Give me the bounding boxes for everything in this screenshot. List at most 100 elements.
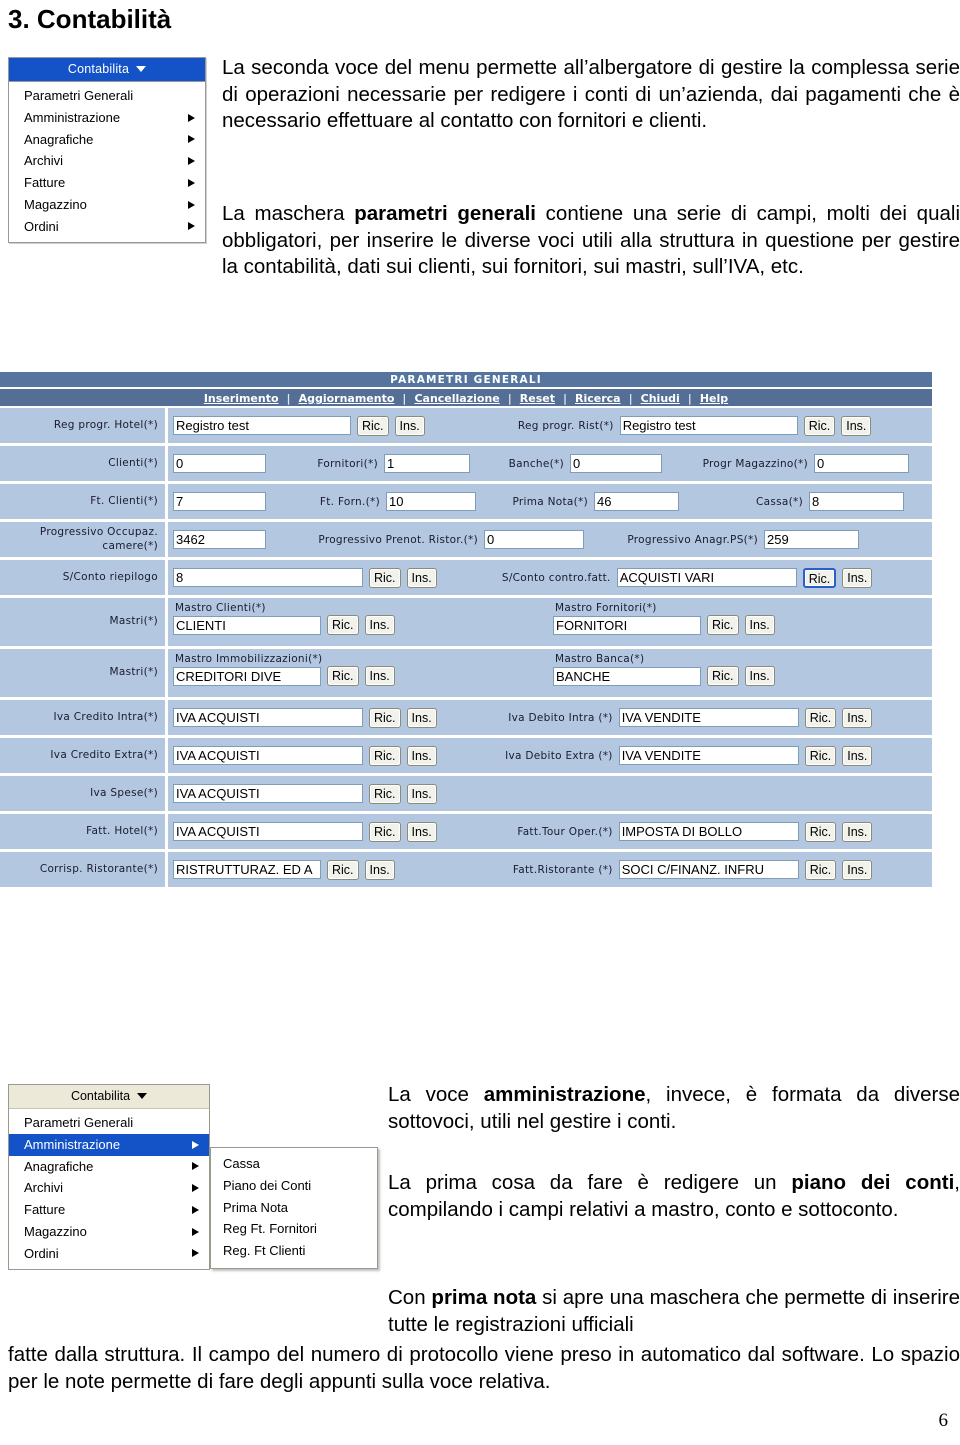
menu-item-parametri-generali[interactable]: Parametri Generali	[9, 1112, 209, 1134]
menu-item-amministrazione[interactable]: Amministrazione	[9, 1133, 209, 1156]
menu-item-archivi[interactable]: Archivi	[9, 1177, 209, 1199]
text-field[interactable]: IVA ACQUISTI	[173, 708, 363, 727]
form-field-line: CREDITORI DIVE Ric. Ins.	[173, 666, 395, 686]
ins-button[interactable]: Ins.	[364, 859, 395, 880]
menu-header-contabilita[interactable]: Contabilita	[9, 58, 205, 82]
ins-button[interactable]: Ins.	[842, 859, 873, 880]
text-field[interactable]: CREDITORI DIVE	[173, 666, 321, 686]
menu-item-ordini[interactable]: Ordini	[9, 216, 205, 238]
text-field[interactable]: IVA VENDITE	[618, 708, 799, 727]
menu-item-ordini[interactable]: Ordini	[9, 1243, 209, 1265]
submenu-item-reg-ft-clienti[interactable]: Reg. Ft Clienti	[211, 1240, 377, 1262]
form-toolbar[interactable]: Inserimento | Aggiornamento | Cancellazione |…	[0, 389, 932, 408]
ins-button[interactable]: Ins.	[841, 415, 872, 436]
submenu-item-piano-dei-conti[interactable]: Piano dei Conti	[211, 1175, 377, 1197]
ric-button[interactable]: Ric.	[803, 415, 836, 436]
ric-button[interactable]: Ric.	[327, 666, 359, 686]
menu-item-magazzino[interactable]: Magazzino	[9, 194, 205, 216]
ric-button[interactable]: Ric.	[369, 745, 401, 766]
ins-button[interactable]: Ins.	[406, 783, 437, 804]
ins-button[interactable]: Ins.	[364, 615, 395, 635]
ins-button[interactable]: Ins.	[842, 707, 873, 728]
ins-button[interactable]: Ins.	[842, 567, 873, 588]
text-field[interactable]: 8	[173, 568, 363, 587]
ric-button[interactable]: Ric.	[357, 415, 389, 436]
text-field[interactable]: 0	[173, 454, 266, 473]
toolbar-link-reset[interactable]: Reset	[517, 392, 558, 405]
ins-button[interactable]: Ins.	[744, 666, 775, 686]
ric-button[interactable]: Ric.	[804, 707, 837, 728]
menu-item-anagrafiche[interactable]: Anagrafiche	[9, 1156, 209, 1178]
contabilita-menu-top[interactable]: Contabilita Parametri Generali Amministra…	[8, 57, 206, 244]
menu-item-amministrazione[interactable]: Amministrazione	[9, 107, 205, 129]
submenu-item-prima-nota[interactable]: Prima Nota	[211, 1197, 377, 1219]
text-field[interactable]: 0	[570, 454, 662, 473]
text-field[interactable]: 10	[386, 492, 476, 511]
ins-button[interactable]: Ins.	[406, 821, 437, 842]
ric-button[interactable]: Ric.	[327, 859, 359, 880]
submenu-item-reg-ft-fornitori[interactable]: Reg Ft. Fornitori	[211, 1218, 377, 1240]
ric-button[interactable]: Ric.	[707, 666, 739, 686]
menu-item-fatture[interactable]: Fatture	[9, 1199, 209, 1221]
ins-button[interactable]: Ins.	[406, 567, 437, 588]
parametri-generali-paragraph: La maschera parametri generali contiene …	[222, 201, 960, 281]
form-field: IVA VENDITE Ric. Ins.	[618, 745, 873, 766]
form-field-group: Mastro Immobilizzazioni(*) CREDITORI DIVE…	[173, 653, 395, 686]
ins-button[interactable]: Ins.	[394, 415, 425, 436]
ins-button[interactable]: Ins.	[406, 707, 437, 728]
toolbar-link-inserimento[interactable]: Inserimento	[201, 392, 282, 405]
text-field[interactable]: IMPOSTA DI BOLLO	[618, 822, 799, 841]
text-field[interactable]: SOCI C/FINANZ. INFRU	[618, 860, 799, 879]
toolbar-link-ricerca[interactable]: Ricerca	[572, 392, 624, 405]
toolbar-link-aggiornamento[interactable]: Aggiornamento	[296, 392, 398, 405]
ric-button[interactable]: Ric.	[369, 821, 401, 842]
text-field[interactable]: 0	[814, 454, 909, 473]
submenu-item-cassa[interactable]: Cassa	[211, 1153, 377, 1175]
text-field[interactable]: IVA ACQUISTI	[173, 822, 363, 841]
menu-item-parametri-generali[interactable]: Parametri Generali	[9, 85, 205, 107]
text-field[interactable]: 46	[594, 492, 679, 511]
ric-button[interactable]: Ric.	[707, 615, 739, 635]
form-row: Iva Credito Intra(*) IVA ACQUISTI Ric. Ins.…	[0, 700, 932, 738]
toolbar-link-cancellazione[interactable]: Cancellazione	[411, 392, 502, 405]
menu-item-archivi[interactable]: Archivi	[9, 150, 205, 172]
text-field[interactable]: 1	[384, 454, 470, 473]
text-field[interactable]: Registro test	[619, 416, 798, 435]
text-field[interactable]: ACQUISTI VARI	[616, 568, 797, 587]
menu-item-magazzino[interactable]: Magazzino	[9, 1221, 209, 1243]
menu-header-contabilita-bottom[interactable]: Contabilita	[9, 1085, 209, 1109]
text-field[interactable]: FORNITORI	[553, 615, 701, 635]
ins-button[interactable]: Ins.	[842, 745, 873, 766]
ric-button[interactable]: Ric.	[802, 567, 837, 588]
text-field[interactable]: RISTRUTTURAZ. ED A	[173, 860, 321, 879]
text-field[interactable]: IVA ACQUISTI	[173, 746, 363, 765]
amministrazione-submenu[interactable]: Cassa Piano dei Conti Prima Nota Reg Ft. Fo…	[210, 1147, 378, 1269]
ric-button[interactable]: Ric.	[327, 615, 359, 635]
ric-button[interactable]: Ric.	[804, 859, 837, 880]
ins-button[interactable]: Ins.	[744, 615, 775, 635]
ric-button[interactable]: Ric.	[804, 745, 837, 766]
toolbar-link-help[interactable]: Help	[697, 392, 731, 405]
ins-button[interactable]: Ins.	[842, 821, 873, 842]
text-field[interactable]: Registro test	[173, 416, 351, 435]
ric-button[interactable]: Ric.	[369, 567, 401, 588]
text-field[interactable]: 259	[764, 530, 859, 549]
ric-button[interactable]: Ric.	[369, 707, 401, 728]
menu-item-anagrafiche[interactable]: Anagrafiche	[9, 129, 205, 151]
text-field[interactable]: 8	[809, 492, 904, 511]
text-field[interactable]: 7	[173, 492, 266, 511]
toolbar-link-chiudi[interactable]: Chiudi	[638, 392, 683, 405]
text-field[interactable]: 0	[484, 530, 584, 549]
text-field[interactable]: BANCHE	[553, 666, 701, 686]
contabilita-menu-bottom[interactable]: Contabilita Parametri Generali Amministra…	[8, 1084, 210, 1271]
text-field[interactable]: CLIENTI	[173, 615, 321, 635]
ric-button[interactable]: Ric.	[804, 821, 837, 842]
text-field[interactable]: IVA VENDITE	[618, 746, 799, 765]
menu-item-fatture[interactable]: Fatture	[9, 172, 205, 194]
text-field[interactable]: 3462	[173, 530, 266, 549]
ric-button[interactable]: Ric.	[369, 783, 401, 804]
ins-button[interactable]: Ins.	[364, 666, 395, 686]
menu-item-label: Ordini	[24, 218, 59, 234]
ins-button[interactable]: Ins.	[406, 745, 437, 766]
text-field[interactable]: IVA ACQUISTI	[173, 784, 363, 803]
